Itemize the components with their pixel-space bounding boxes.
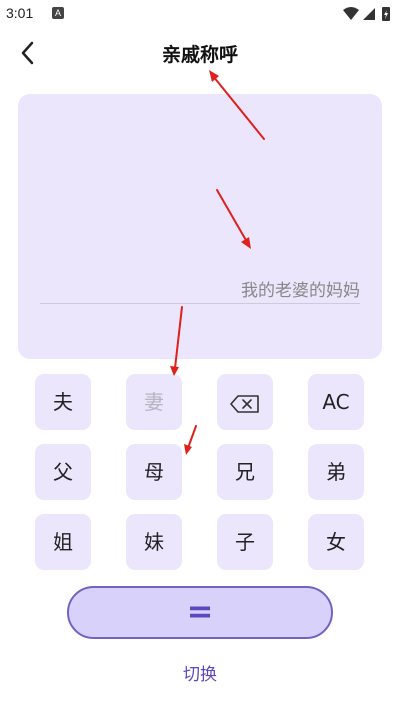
clear-button[interactable]: AC [308, 374, 364, 430]
battery-icon [382, 7, 390, 21]
backspace-icon [230, 394, 259, 413]
page-title: 亲戚称呼 [161, 44, 238, 66]
result-display: 我的老婆的妈妈 [18, 94, 382, 359]
key-daughter[interactable]: 女 [308, 514, 364, 570]
display-divider [40, 303, 360, 304]
key-younger-brother[interactable]: 弟 [308, 444, 364, 500]
signal-icon [363, 8, 375, 20]
backspace-button[interactable] [217, 374, 273, 430]
header: 亲戚称呼 [0, 30, 400, 76]
key-husband[interactable]: 夫 [35, 374, 91, 430]
notification-icon: A [52, 7, 64, 19]
key-elder-brother[interactable]: 兄 [217, 444, 273, 500]
switch-button[interactable]: 切换 [0, 660, 400, 685]
key-mother[interactable]: 母 [126, 444, 182, 500]
arrow-to-mother-key [184, 425, 197, 455]
key-son[interactable]: 子 [217, 514, 273, 570]
key-younger-sister[interactable]: 妹 [126, 514, 182, 570]
equals-button[interactable]: = [67, 586, 333, 639]
key-elder-sister[interactable]: 姐 [35, 514, 91, 570]
status-icons [343, 7, 390, 21]
result-text: 我的老婆的妈妈 [241, 281, 360, 301]
status-bar: 3:01 A [0, 0, 400, 28]
key-wife[interactable]: 妻 [126, 374, 182, 430]
status-time: 3:01 [6, 5, 34, 21]
key-father[interactable]: 父 [35, 444, 91, 500]
wifi-icon [343, 7, 359, 20]
